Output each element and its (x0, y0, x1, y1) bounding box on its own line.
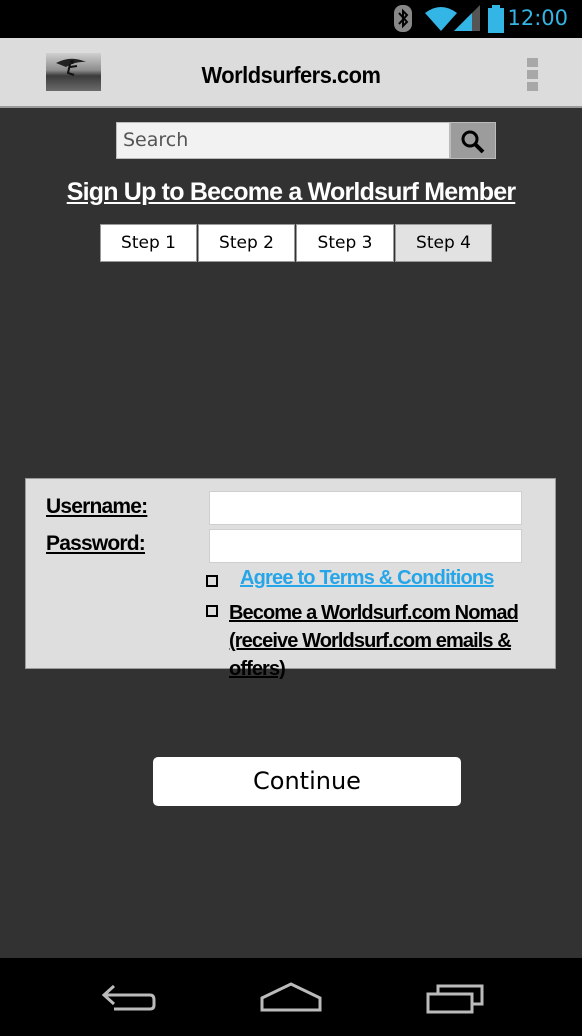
nomad-label-line2: (receive Worldsurf.com emails & offers) (229, 630, 512, 680)
app-title: Worldsurfers.com (201, 62, 381, 88)
bluetooth-icon (394, 5, 412, 32)
signal-icon (454, 5, 480, 31)
recents-icon[interactable] (426, 982, 486, 1014)
password-label: Password: (46, 532, 146, 555)
navigation-bar (0, 958, 582, 1036)
page-heading[interactable]: Sign Up to Become a Worldsurf Member (0, 178, 582, 207)
battery-icon (488, 5, 504, 33)
app-bar: Worldsurfers.com (0, 38, 582, 108)
overflow-menu-icon[interactable] (527, 58, 538, 94)
tab-step-3[interactable]: Step 3 (296, 224, 394, 262)
search-icon (461, 130, 485, 154)
signup-form: Username: Password: Agree to Terms & Con… (25, 478, 556, 680)
back-icon[interactable] (100, 982, 156, 1012)
wifi-icon (425, 7, 457, 31)
search-input[interactable]: Search (116, 122, 450, 159)
status-bar: 12:00 (0, 0, 582, 38)
tab-step-4[interactable]: Step 4 (395, 224, 492, 262)
username-label: Username: (46, 495, 148, 518)
nomad-label[interactable]: Become a Worldsurf.com Nomad (receive Wo… (229, 599, 555, 683)
username-field[interactable] (209, 491, 522, 525)
search-button[interactable] (450, 122, 496, 159)
nomad-checkbox[interactable] (206, 605, 218, 617)
home-icon[interactable] (260, 982, 322, 1012)
tab-step-1[interactable]: Step 1 (100, 224, 197, 262)
password-field[interactable] (209, 529, 522, 563)
nomad-label-line1: Become a Worldsurf.com Nomad (229, 602, 519, 624)
tab-step-2[interactable]: Step 2 (198, 224, 295, 262)
continue-button[interactable]: Continue (153, 757, 461, 806)
status-clock: 12:00 (507, 6, 568, 30)
terms-checkbox[interactable] (206, 575, 218, 587)
terms-link[interactable]: Agree to Terms & Conditions (240, 567, 494, 590)
